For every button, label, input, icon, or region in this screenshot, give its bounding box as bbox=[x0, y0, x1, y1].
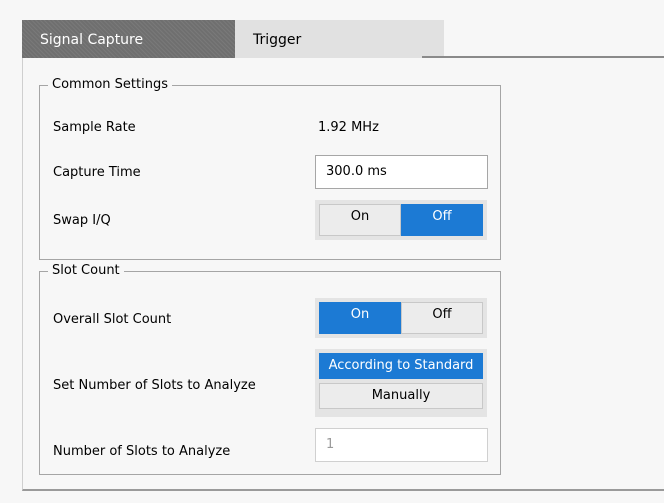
swap-iq-toggle: On Off bbox=[315, 200, 487, 240]
set-number-of-slots-selector: According to Standard Manually bbox=[315, 349, 487, 417]
according-to-standard-button[interactable]: According to Standard bbox=[319, 353, 483, 379]
swap-iq-on-button[interactable]: On bbox=[319, 204, 401, 236]
common-settings-title: Common Settings bbox=[48, 77, 173, 93]
number-of-slots-input[interactable]: 1 bbox=[315, 428, 488, 462]
sample-rate-value: 1.92 MHz bbox=[318, 120, 379, 135]
slot-count-title: Slot Count bbox=[48, 263, 124, 279]
tab-trigger[interactable]: Trigger bbox=[235, 20, 444, 58]
tab-signal-capture[interactable]: Signal Capture bbox=[22, 20, 235, 58]
manually-button[interactable]: Manually bbox=[319, 383, 483, 409]
set-number-of-slots-label: Set Number of Slots to Analyze bbox=[53, 378, 256, 393]
sample-rate-label: Sample Rate bbox=[53, 120, 136, 135]
common-settings-group: Common Settings Sample Rate 1.92 MHz Cap… bbox=[39, 77, 501, 260]
overall-slot-count-on-button[interactable]: On bbox=[319, 302, 401, 334]
overall-slot-count-toggle: On Off bbox=[315, 298, 487, 338]
capture-time-input[interactable]: 300.0 ms bbox=[315, 155, 488, 189]
signal-capture-panel: Common Settings Sample Rate 1.92 MHz Cap… bbox=[22, 58, 664, 491]
overall-slot-count-off-button[interactable]: Off bbox=[401, 302, 483, 334]
slot-count-group: Slot Count Overall Slot Count On Off Set… bbox=[39, 263, 501, 475]
number-of-slots-label: Number of Slots to Analyze bbox=[53, 444, 231, 459]
overall-slot-count-label: Overall Slot Count bbox=[53, 312, 172, 327]
swap-iq-label: Swap I/Q bbox=[53, 213, 111, 228]
swap-iq-off-button[interactable]: Off bbox=[401, 204, 483, 236]
capture-time-label: Capture Time bbox=[53, 165, 141, 180]
